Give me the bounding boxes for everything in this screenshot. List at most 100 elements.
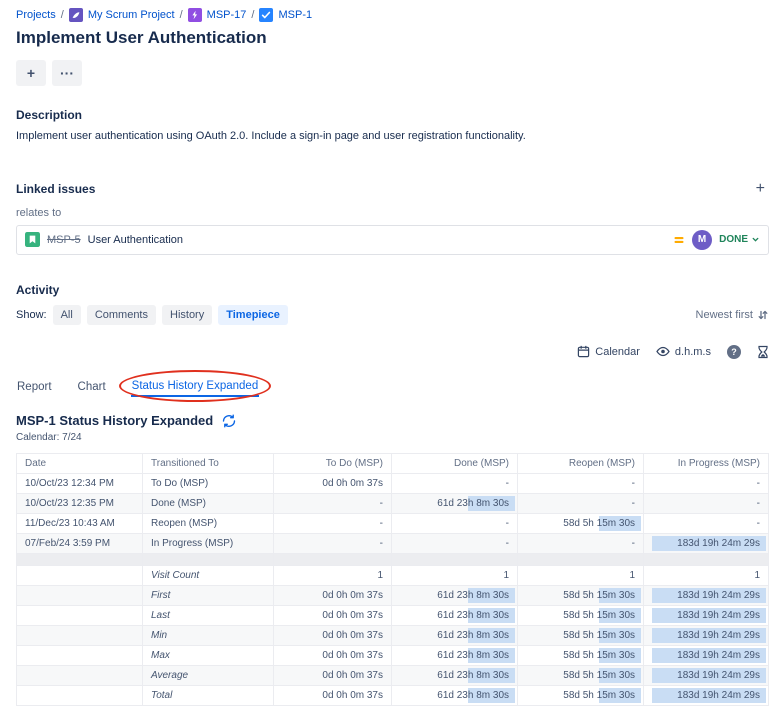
table-cell: Done (MSP)	[143, 493, 274, 513]
table-cell: 58d 5h 15m 30s	[518, 585, 644, 605]
cell-text: -	[506, 538, 509, 549]
cell-text: 183d 19h 24m 29s	[677, 590, 760, 601]
status-label: DONE	[719, 234, 748, 245]
cell-text: 1	[629, 570, 635, 581]
table-cell: 58d 5h 15m 30s	[518, 645, 644, 665]
cell-text: 1	[754, 570, 760, 581]
calendar-note: Calendar: 7/24	[16, 432, 769, 443]
sort-order-button[interactable]: Newest first	[696, 309, 769, 321]
table-cell: Reopen (MSP)	[143, 513, 274, 533]
table-cell: 0d 0h 0m 37s	[274, 473, 392, 493]
filter-history[interactable]: History	[162, 305, 212, 325]
cell-text: 58d 5h 15m 30s	[563, 670, 635, 681]
cell-text: Done (MSP)	[151, 498, 206, 509]
cell-text: 58d 5h 15m 30s	[563, 650, 635, 661]
breadcrumb-separator: /	[61, 9, 64, 21]
spacer-cell	[392, 553, 518, 565]
linked-issue-key[interactable]: MSP-5	[47, 234, 81, 246]
page-title: Implement User Authentication	[16, 28, 769, 48]
add-linked-issue-button[interactable]: +	[752, 179, 769, 199]
filter-all[interactable]: All	[53, 305, 81, 325]
table-cell: 1	[644, 565, 769, 585]
table-cell: 183d 19h 24m 29s	[644, 585, 769, 605]
project-avatar-icon	[69, 8, 83, 22]
cell-text: Reopen (MSP)	[151, 518, 217, 529]
cell-text: 183d 19h 24m 29s	[677, 690, 760, 701]
cell-text: -	[632, 478, 635, 489]
table-cell: 183d 19h 24m 29s	[644, 533, 769, 553]
more-actions-button[interactable]: ···	[52, 60, 82, 86]
cell-text: 0d 0h 0m 37s	[322, 630, 383, 641]
status-dropdown[interactable]: DONE	[719, 234, 760, 245]
table-cell: -	[518, 473, 644, 493]
table-cell: -	[518, 493, 644, 513]
cell-text: -	[380, 518, 383, 529]
table-row: Average0d 0h 0m 37s61d 23h 8m 30s58d 5h …	[17, 665, 769, 685]
breadcrumb: Projects / My Scrum Project / MSP-17 / M…	[16, 8, 769, 22]
col-todo: To Do (MSP)	[274, 453, 392, 473]
add-button[interactable]: +	[16, 60, 46, 86]
table-cell: 61d 23h 8m 30s	[392, 645, 518, 665]
table-row: 10/Oct/23 12:34 PMTo Do (MSP)0d 0h 0m 37…	[17, 473, 769, 493]
col-reopen: Reopen (MSP)	[518, 453, 644, 473]
table-cell: -	[392, 473, 518, 493]
assignee-avatar[interactable]: M	[692, 230, 712, 250]
table-row: First 0d 0h 0m 37s 61d 23h 8m 30s 58d 5h 15…	[17, 585, 769, 605]
table-cell: 10/Oct/23 12:34 PM	[17, 473, 143, 493]
breadcrumb-parent-link[interactable]: MSP-17	[207, 9, 247, 21]
description-body: Implement user authentication using OAut…	[16, 129, 769, 145]
filter-comments[interactable]: Comments	[87, 305, 156, 325]
calendar-icon	[577, 345, 590, 358]
filter-timepiece[interactable]: Timepiece	[218, 305, 288, 325]
cell-text: 58d 5h 15m 30s	[563, 518, 635, 529]
table-row: Max 0d 0h 0m 37s 61d 23h 8m 30s 58d 5h 15m …	[17, 645, 769, 665]
spacer-cell	[274, 553, 392, 565]
breadcrumb-project-link[interactable]: My Scrum Project	[88, 9, 175, 21]
table-row: Min0d 0h 0m 37s61d 23h 8m 30s58d 5h 15m …	[17, 625, 769, 645]
table-cell: 07/Feb/24 3:59 PM	[17, 533, 143, 553]
cell-text: 183d 19h 24m 29s	[677, 538, 760, 549]
table-header-row: Date Transitioned To To Do (MSP) Done (M…	[17, 453, 769, 473]
cell-text: 61d 23h 8m 30s	[437, 650, 509, 661]
table-cell: 183d 19h 24m 29s	[644, 605, 769, 625]
cell-text: First	[151, 590, 170, 601]
status-table-body: 10/Oct/23 12:34 PMTo Do (MSP)0d 0h 0m 37…	[17, 473, 769, 705]
calendar-button[interactable]: Calendar	[577, 345, 640, 358]
cell-text: -	[757, 518, 760, 529]
table-cell: 0d 0h 0m 37s	[274, 685, 392, 705]
spacer-row	[17, 553, 769, 565]
table-cell	[17, 565, 143, 585]
table-cell: 1	[518, 565, 644, 585]
tab-status-history-expanded[interactable]: Status History Expanded	[131, 377, 260, 397]
cell-text: 0d 0h 0m 37s	[322, 478, 383, 489]
linked-issue-summary[interactable]: User Authentication	[88, 234, 183, 246]
refresh-button[interactable]	[221, 413, 237, 429]
timepiece-logo-button[interactable]	[757, 345, 769, 359]
table-cell: 183d 19h 24m 29s	[644, 665, 769, 685]
breadcrumb-issue-link[interactable]: MSP-1	[278, 9, 312, 21]
table-cell: 0d 0h 0m 37s	[274, 645, 392, 665]
breadcrumb-projects-link[interactable]: Projects	[16, 9, 56, 21]
cell-text: 61d 23h 8m 30s	[437, 590, 509, 601]
cell-text: 58d 5h 15m 30s	[563, 590, 635, 601]
table-cell: Total	[143, 685, 274, 705]
table-cell: -	[274, 493, 392, 513]
table-cell: -	[644, 473, 769, 493]
tab-report[interactable]: Report	[16, 378, 53, 396]
col-date: Date	[17, 453, 143, 473]
table-row: 07/Feb/24 3:59 PMIn Progress (MSP)---183…	[17, 533, 769, 553]
cell-text: 61d 23h 8m 30s	[437, 690, 509, 701]
table-row: Last0d 0h 0m 37s61d 23h 8m 30s58d 5h 15m…	[17, 605, 769, 625]
linked-issues-header: Linked issues +	[16, 179, 769, 199]
tab-chart[interactable]: Chart	[77, 378, 107, 396]
table-cell: 1	[392, 565, 518, 585]
cell-text: Max	[151, 650, 170, 661]
table-cell: 0d 0h 0m 37s	[274, 625, 392, 645]
time-format-button[interactable]: d.h.m.s	[656, 346, 711, 358]
linked-issue-row[interactable]: MSP-5 User Authentication M DONE	[16, 225, 769, 255]
cell-text: 0d 0h 0m 37s	[322, 590, 383, 601]
table-cell: 58d 5h 15m 30s	[518, 665, 644, 685]
hourglass-icon	[757, 345, 769, 359]
help-button[interactable]: ?	[727, 345, 741, 359]
time-format-label: d.h.m.s	[675, 346, 711, 358]
